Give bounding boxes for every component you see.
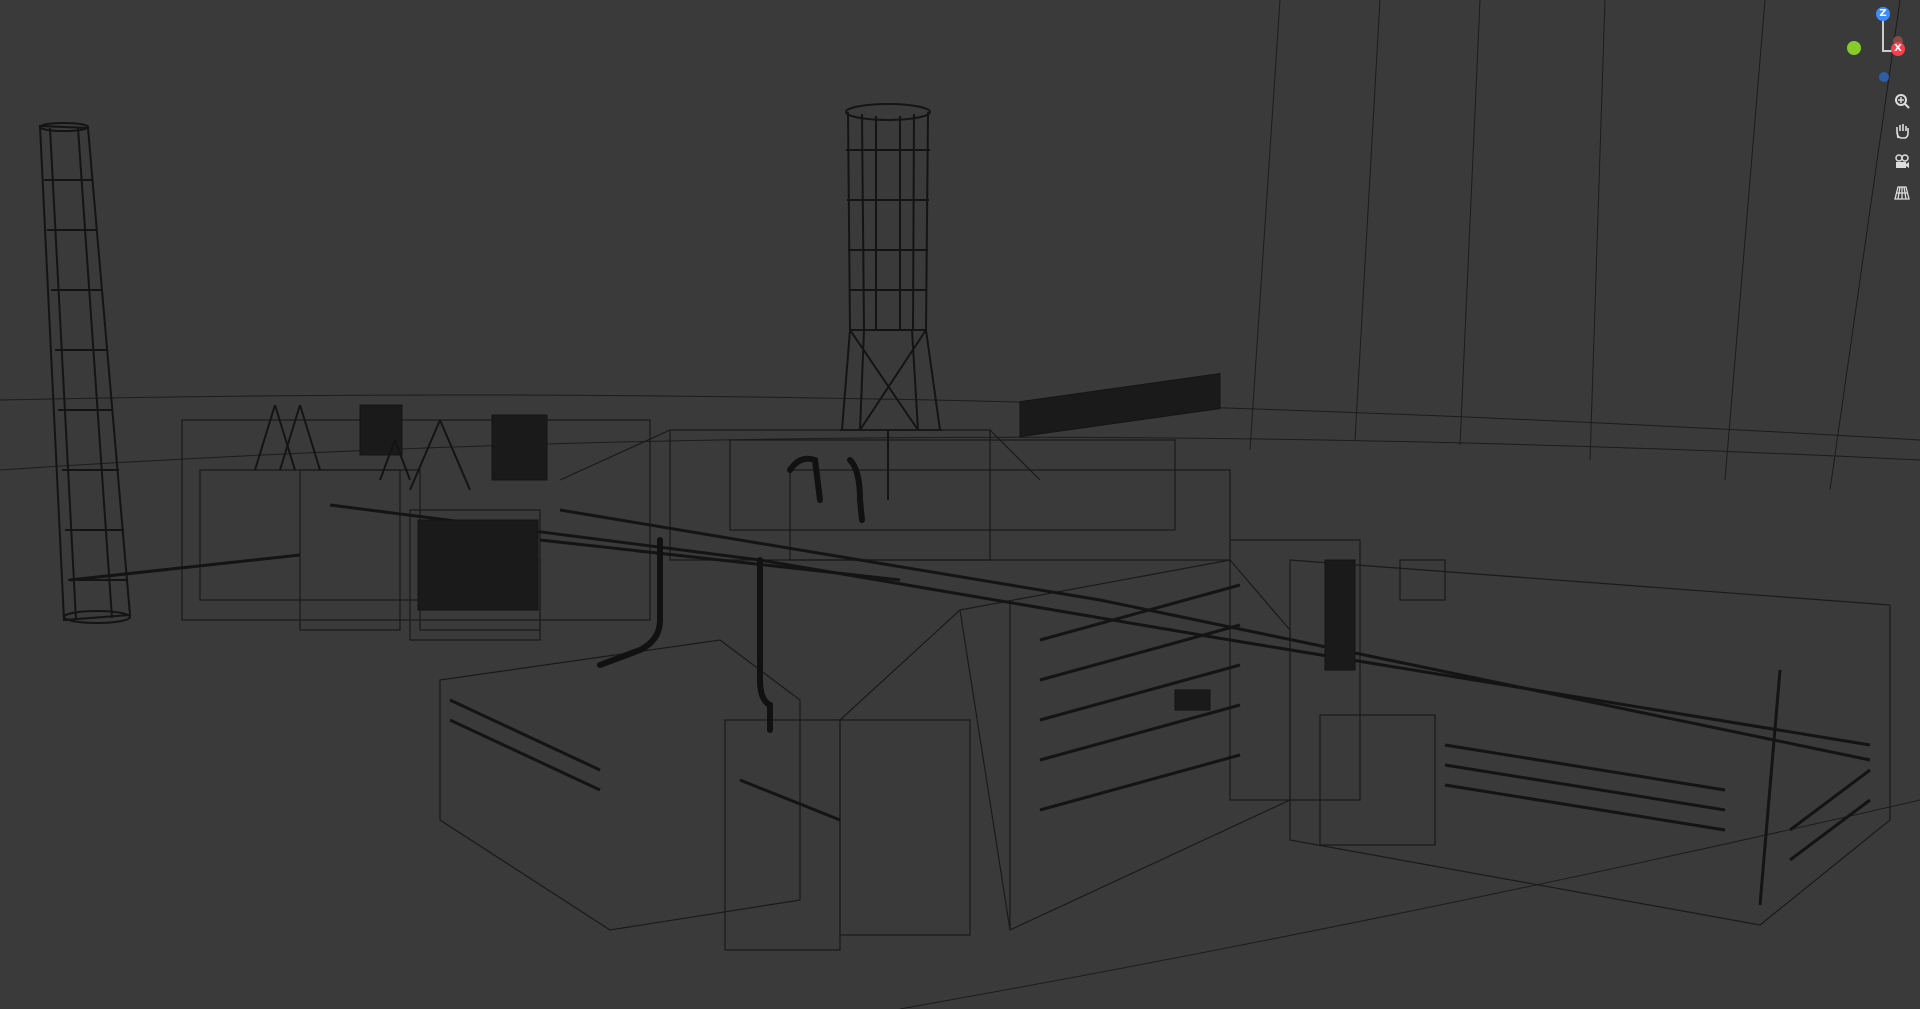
perspective-grid-icon[interactable] [1891, 182, 1913, 204]
dome-line [1249, 0, 1281, 451]
grille-panels [359, 372, 1356, 711]
dome-line [1589, 0, 1606, 461]
dome-line [1724, 0, 1766, 481]
vertical-pipes [597, 455, 865, 733]
x-axis-ball[interactable]: X [1891, 42, 1905, 56]
left-chimney [38, 122, 132, 624]
y-axis-ball[interactable] [1847, 41, 1861, 55]
z-axis-line [1882, 20, 1884, 52]
ground-curve [0, 394, 1920, 441]
wireframe-scene[interactable] [0, 0, 1920, 1009]
pan-hand-icon[interactable] [1891, 120, 1913, 142]
3d-viewport[interactable]: Z X [0, 0, 1920, 1009]
dome-line [1354, 0, 1381, 441]
zoom-icon[interactable] [1891, 90, 1913, 112]
camera-view-icon[interactable] [1891, 151, 1913, 173]
z-negative-ball[interactable] [1879, 72, 1889, 82]
building-blocks [181, 419, 1891, 951]
dome-line [1459, 0, 1481, 446]
z-axis-ball[interactable]: Z [1876, 7, 1890, 21]
navigation-gizmo[interactable]: Z X [1835, 6, 1905, 86]
